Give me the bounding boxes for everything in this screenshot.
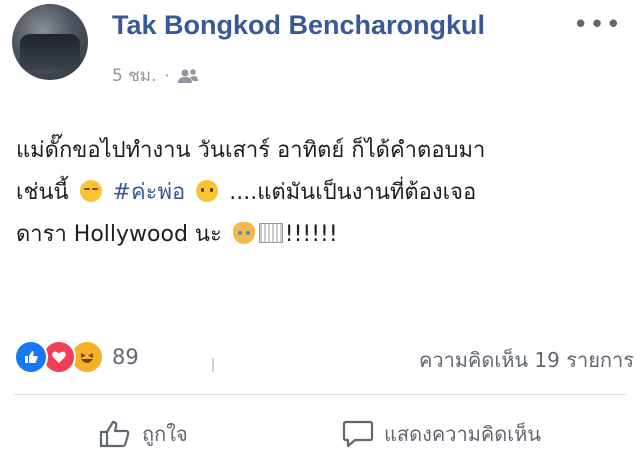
like-icon <box>14 340 48 374</box>
post-timestamp[interactable]: 5 ชม. <box>112 62 156 89</box>
like-button-label: ถูกใจ <box>142 422 188 446</box>
comment-count-link[interactable]: ความคิดเห็น 19 รายการ <box>419 344 634 376</box>
post-body: แม่ดั๊กขอไปทำงาน วันเสาร์ อาทิตย์ ก็ได้ค… <box>16 130 626 256</box>
actions-divider <box>14 394 626 395</box>
author-name[interactable]: Tak Bongkod Bencharongkul <box>112 10 485 41</box>
unrendered-emoji-icon <box>258 223 283 243</box>
neutral-face-icon <box>196 180 219 202</box>
post-line-3-prefix: ดารา Hollywood นะ <box>16 222 222 247</box>
comment-icon <box>342 420 374 448</box>
relieved-face-icon <box>79 180 102 202</box>
meta-separator: · <box>164 66 170 85</box>
post-line-2: เช่นนี้ #ค่ะพ่อ ....แต่มันเป็นงานที่ต้อง… <box>16 172 626 214</box>
post-line-1: แม่ดั๊กขอไปทำงาน วันเสาร์ อาทิตย์ ก็ได้ค… <box>16 138 486 163</box>
like-button[interactable]: ถูกใจ <box>98 418 188 450</box>
comment-button-label: แสดงความคิดเห็น <box>384 422 541 446</box>
post-line-3-suffix: !!!!!! <box>284 222 338 247</box>
friends-icon[interactable] <box>177 68 199 84</box>
more-options-icon[interactable]: ••• <box>573 10 622 40</box>
divider-mark <box>212 358 214 372</box>
post-line-2-suffix: ....แต่มันเป็นงานที่ต้องเจอ <box>229 180 477 205</box>
thumbs-up-icon <box>99 420 130 448</box>
profile-avatar[interactable] <box>12 4 88 80</box>
post-line-3: ดารา Hollywood นะ !!!!!! <box>16 214 626 256</box>
post-line-2-prefix: เช่นนี้ <box>16 180 69 205</box>
reaction-count: 89 <box>112 345 139 369</box>
comment-button[interactable]: แสดงความคิดเห็น <box>342 418 541 450</box>
reactions-summary[interactable]: 89 <box>14 340 139 374</box>
hashtag-link[interactable]: #ค่ะพ่อ <box>113 180 186 205</box>
avatar-photo <box>20 34 80 70</box>
crying-cat-icon <box>232 222 255 244</box>
post-meta: 5 ชม. · <box>112 62 199 89</box>
